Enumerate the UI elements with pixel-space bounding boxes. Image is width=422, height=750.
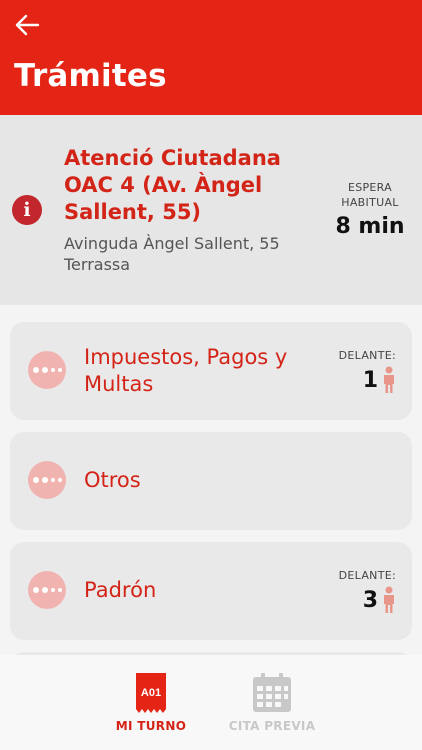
ahead-label: DELANTE: bbox=[338, 349, 396, 362]
ticket-icon-text: A01 bbox=[141, 687, 161, 699]
ahead-count: 3 bbox=[363, 586, 396, 614]
service-label: Impuestos, Pagos y Multas bbox=[84, 345, 288, 396]
wait-time-value: 8 min bbox=[335, 214, 405, 239]
service-card-padron[interactable]: Padrón DELANTE: 3 bbox=[10, 542, 412, 640]
page-title: Trámites bbox=[14, 58, 167, 94]
queue-dots-icon bbox=[28, 351, 66, 389]
person-icon bbox=[384, 366, 394, 393]
ahead-label: DELANTE: bbox=[338, 569, 396, 582]
queue-dots-icon bbox=[28, 461, 66, 499]
back-button[interactable] bbox=[12, 10, 42, 40]
ahead-number: 1 bbox=[362, 367, 378, 393]
services-list: Impuestos, Pagos y Multas DELANTE: 1 Otr… bbox=[0, 305, 422, 750]
service-label: Padrón bbox=[84, 578, 157, 602]
arrow-left-icon bbox=[15, 14, 40, 36]
queue-dots-icon bbox=[28, 571, 66, 609]
ahead-count: 1 bbox=[363, 366, 396, 394]
office-address: Avinguda Àngel Sallent, 55 Terrassa bbox=[64, 234, 280, 274]
wait-time-label: ESPERA HABITUAL bbox=[341, 181, 399, 209]
tab-cita-previa[interactable]: CITA PREVIA bbox=[217, 673, 327, 733]
tab-mi-turno[interactable]: A01 MI TURNO bbox=[96, 673, 206, 733]
bottom-tab-bar: A01 MI TURNO CITA PREVIA bbox=[0, 655, 422, 750]
office-name: Atenció Ciutadana OAC 4 (Av. Àngel Salle… bbox=[64, 146, 281, 224]
app-header: Trámites bbox=[0, 0, 422, 115]
tab-label: CITA PREVIA bbox=[228, 719, 316, 733]
person-icon bbox=[384, 586, 394, 613]
service-card-otros[interactable]: Otros bbox=[10, 432, 412, 530]
service-card-impuestos[interactable]: Impuestos, Pagos y Multas DELANTE: 1 bbox=[10, 322, 412, 420]
ahead-number: 3 bbox=[362, 587, 378, 613]
calendar-icon bbox=[253, 673, 291, 712]
service-label: Otros bbox=[84, 468, 141, 492]
ticket-icon: A01 bbox=[136, 673, 166, 713]
info-icon[interactable]: i bbox=[12, 195, 42, 225]
tab-label: MI TURNO bbox=[115, 719, 187, 733]
